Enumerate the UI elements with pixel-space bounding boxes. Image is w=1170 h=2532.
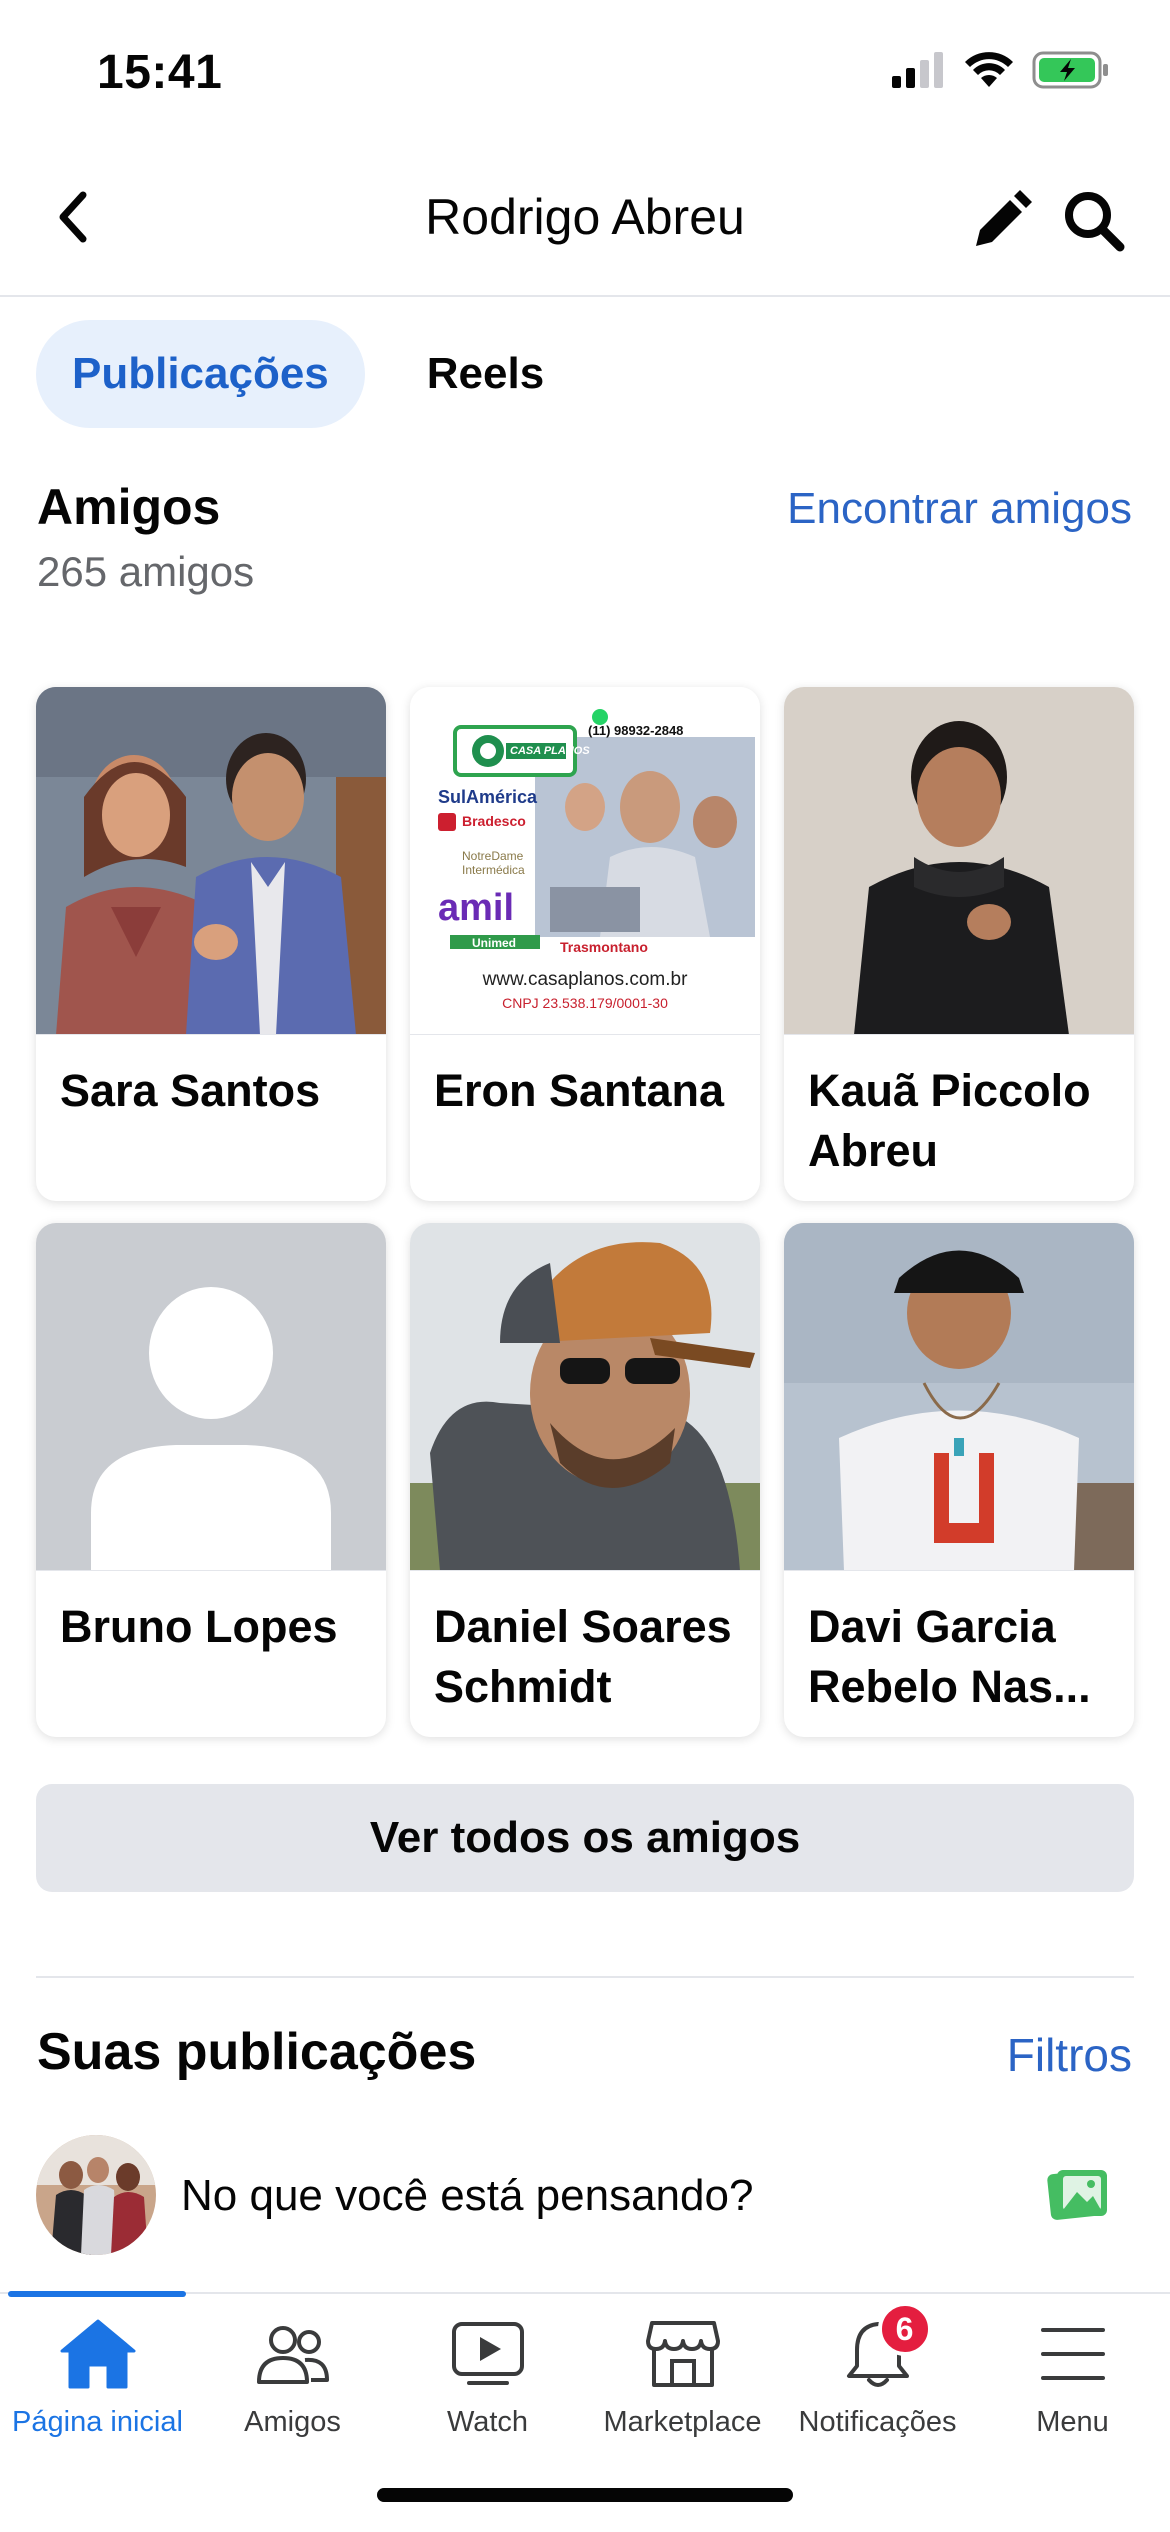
nav-friends[interactable]: Amigos [195,2314,390,2464]
nav-home-label: Página inicial [12,2406,183,2438]
photo-icon [1047,2170,1107,2220]
home-indicator [377,2488,793,2502]
friend-name: Daniel Soares Schmidt [434,1601,732,1712]
active-tab-indicator [8,2291,186,2297]
friend-card[interactable]: (11) 98932-2848 CASA PLANOS SulAmérica B… [410,687,760,1201]
cellular-signal-icon [892,52,943,88]
find-friends-link[interactable]: Encontrar amigos [787,484,1132,534]
friends-count: 265 amigos [37,548,255,595]
avatar[interactable] [36,2135,156,2255]
status-bar: 15:41 [0,0,1170,150]
nav-menu[interactable]: Menu [975,2314,1170,2464]
friend-card[interactable]: Daniel Soares Schmidt [410,1223,760,1737]
friend-card[interactable]: Davi Garcia Rebelo Nas... [784,1223,1134,1737]
posts-section-title: Suas publicações [37,2023,477,2081]
marketplace-icon [643,2314,723,2394]
home-icon [58,2314,138,2394]
friend-card[interactable]: Bruno Lopes [36,1223,386,1737]
nav-notifications[interactable]: 6 Notificações [780,2302,975,2464]
friend-photo [36,1223,386,1571]
search-button[interactable] [1058,185,1130,257]
ad-brand: CASA PLANOS [510,745,590,757]
ad-website: www.casaplanos.com.br [482,969,688,990]
nav-home[interactable]: Página inicial [0,2314,195,2464]
friend-photo [410,1223,760,1571]
section-divider [36,1976,1134,1978]
ad-logo-amil: amil [438,887,515,929]
bell-icon: 6 [838,2302,932,2394]
composer-prompt[interactable]: No que você está pensando? [181,2171,753,2221]
profile-header: Rodrigo Abreu [0,150,1170,297]
see-all-friends-button[interactable]: Ver todos os amigos [36,1784,1134,1892]
ad-logo-bradesco: Bradesco [462,813,526,829]
tab-publicacoes[interactable]: Publicações [36,320,365,428]
friend-name: Sara Santos [60,1065,321,1116]
friend-name: Kauã Piccolo Abreu [808,1065,1091,1176]
friend-card[interactable]: Sara Santos [36,687,386,1201]
tab-reels[interactable]: Reels [391,320,580,428]
status-icons [892,50,1110,90]
add-photo-button[interactable] [1044,2161,1112,2229]
search-icon [1065,192,1125,252]
friends-icon [253,2314,333,2394]
ad-cnpj: CNPJ 23.538.179/0001-30 [502,995,668,1011]
ad-logo-notredame: NotreDame Intermédica [462,849,525,877]
friends-section-title: Amigos [37,479,221,535]
nav-marketplace[interactable]: Marketplace [585,2314,780,2464]
pencil-icon [976,190,1032,246]
watch-icon [448,2314,528,2394]
nav-notifications-label: Notificações [798,2406,957,2438]
post-composer[interactable]: No que você está pensando? [36,2135,1134,2255]
friend-photo [36,687,386,1035]
filters-link[interactable]: Filtros [1007,2028,1132,2082]
friend-card[interactable]: Kauã Piccolo Abreu [784,687,1134,1201]
nav-marketplace-label: Marketplace [603,2406,762,2438]
menu-icon [1033,2314,1113,2394]
status-time: 15:41 [97,46,223,99]
friend-photo [784,687,1134,1035]
friend-name: Eron Santana [434,1065,725,1116]
ad-phone: (11) 98932-2848 [588,723,684,738]
friend-photo: (11) 98932-2848 CASA PLANOS SulAmérica B… [410,687,760,1035]
default-avatar-icon [36,1223,386,1570]
friend-name: Davi Garcia Rebelo Nas... [808,1601,1091,1712]
ad-logo-trasmontano: Trasmontano [560,939,648,955]
friend-photo [784,1223,1134,1571]
nav-watch-label: Watch [446,2406,529,2438]
nav-menu-label: Menu [1036,2406,1109,2438]
notification-badge: 6 [877,2302,932,2356]
nav-friends-label: Amigos [244,2406,341,2438]
bradesco-logo-icon [438,813,456,831]
friends-grid: Sara Santos (11) 98932-2848 CASA PLANOS [36,687,1134,1737]
nav-watch[interactable]: Watch [390,2314,585,2464]
friend-name: Bruno Lopes [60,1601,338,1652]
profile-tabs: Publicações Reels [36,320,580,428]
edit-profile-button[interactable] [965,185,1037,257]
battery-charging-icon [1032,51,1108,89]
ad-logo-unimed: Unimed [472,936,517,950]
wifi-icon [965,52,1013,87]
ad-logo-sulamerica: SulAmérica [438,787,538,807]
